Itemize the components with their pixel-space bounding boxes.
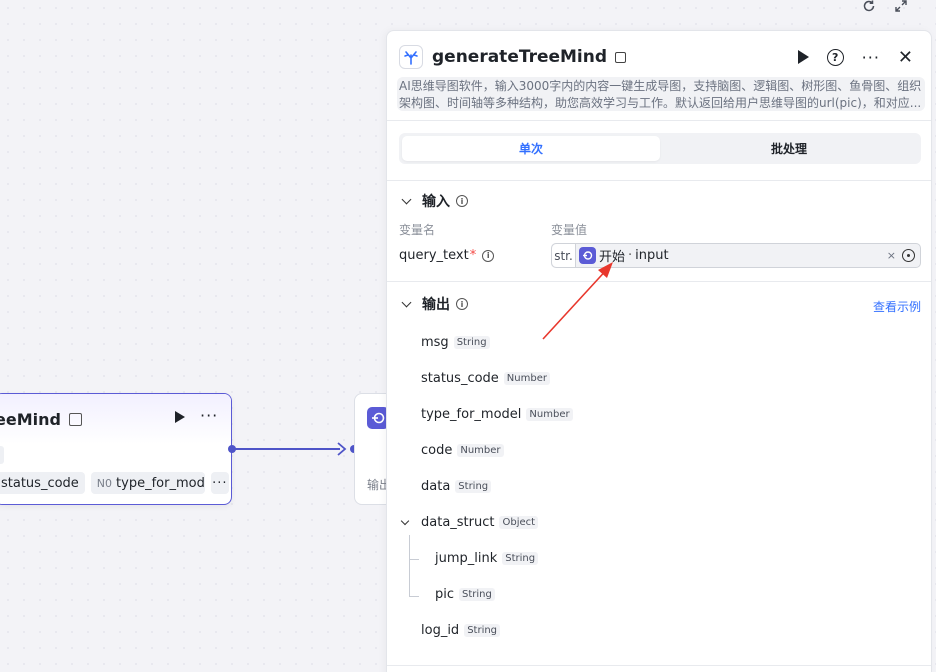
panel-actions: ? ··· ✕	[797, 43, 913, 71]
output-name: data	[421, 478, 451, 494]
edge-line	[232, 448, 340, 450]
output-type: String	[459, 587, 495, 601]
run-icon[interactable]	[797, 50, 809, 64]
column-header-name: 变量名	[399, 223, 436, 237]
node-title: eeMind	[0, 409, 61, 429]
output-type: String	[502, 551, 539, 565]
output-item-type-for-model: type_for_model Number	[421, 405, 573, 423]
panel-header: generateTreeMind ? ··· ✕	[399, 43, 919, 71]
reference-separator: ·	[628, 248, 633, 263]
output-item-status-code: status_code Number	[421, 369, 550, 387]
reference-field: input	[635, 248, 669, 263]
node-tags-more-button[interactable]: ···	[210, 472, 229, 494]
tree-line	[409, 596, 419, 597]
output-type: Object	[499, 515, 539, 529]
tree-line	[409, 535, 410, 597]
node-test-panel: generateTreeMind ? ··· ✕ AI思维导图软件，输入3000…	[386, 30, 932, 672]
node-tag: status_code	[0, 472, 85, 494]
output-item-data-struct: data_struct Object	[421, 513, 539, 531]
node-run-icon[interactable]	[175, 411, 185, 423]
info-icon[interactable]: i	[456, 195, 468, 207]
close-icon[interactable]: ✕	[898, 47, 913, 68]
output-name: msg	[421, 334, 449, 350]
output-name: status_code	[421, 370, 499, 386]
divider	[387, 665, 931, 666]
info-icon[interactable]: i	[456, 298, 468, 310]
annotation-arrow	[542, 262, 613, 340]
tab-single[interactable]: 单次	[402, 136, 660, 161]
variable-name-text: query_text	[399, 248, 469, 263]
output-type: String	[464, 623, 501, 637]
output-type: Number	[526, 407, 573, 421]
tree-line	[409, 559, 419, 560]
plugin-badge-icon	[615, 51, 627, 63]
output-name: jump_link	[435, 550, 498, 566]
output-name: type_for_model	[421, 406, 522, 422]
node-tag-type: N0	[96, 476, 113, 490]
output-type: String	[453, 335, 490, 349]
chevron-down-icon	[401, 194, 412, 204]
output-item-code: code Number	[421, 441, 504, 459]
expand-icon[interactable]	[892, 0, 910, 17]
node-tag-label: status_code	[1, 475, 79, 491]
plugin-badge-icon	[68, 412, 82, 426]
workflow-node-generate-tree-mind[interactable]: eeMind ··· status_code N0 type_for_model…	[0, 393, 232, 505]
output-item-pic: pic String	[435, 585, 495, 603]
node-input-stub	[0, 446, 4, 464]
output-type: Number	[457, 443, 504, 457]
panel-title: generateTreeMind	[432, 47, 608, 67]
divider	[387, 180, 931, 181]
section-title: 输出	[422, 297, 450, 313]
help-icon[interactable]: ?	[826, 48, 844, 66]
tab-batch[interactable]: 批处理	[660, 136, 918, 161]
node-tag-label: type_for_model	[116, 475, 205, 491]
info-icon[interactable]: i	[482, 249, 495, 262]
variable-picker-icon[interactable]	[902, 249, 915, 262]
node-header: eeMind	[0, 394, 231, 444]
node-output-tags: status_code N0 type_for_model ···	[0, 472, 229, 494]
more-icon[interactable]: ···	[862, 48, 880, 67]
input-section-header[interactable]: 输入 i	[401, 192, 468, 210]
output-name: data_struct	[421, 514, 495, 530]
output-name: log_id	[421, 622, 460, 638]
node-more-icon[interactable]: ···	[200, 406, 218, 425]
required-mark: *	[469, 248, 477, 263]
output-name: pic	[435, 586, 455, 602]
plugin-app-icon	[399, 45, 423, 69]
output-item-data: data String	[421, 477, 492, 495]
column-header-value: 变量值	[551, 223, 588, 237]
clear-icon[interactable]: ×	[887, 249, 896, 262]
output-name: code	[421, 442, 453, 458]
view-example-link[interactable]: 查看示例	[873, 298, 921, 315]
node-tag: N0 type_for_model	[90, 472, 205, 494]
canvas-toolbar	[860, 0, 910, 16]
output-section-header[interactable]: 输出 i	[401, 295, 468, 313]
divider	[387, 120, 931, 121]
run-mode-tabs: 单次 批处理	[399, 133, 921, 164]
edge-arrow-icon	[337, 442, 347, 456]
output-type: String	[455, 479, 492, 493]
plugin-description: AI思维导图软件，输入3000字内的内容一键生成导图，支持脑图、逻辑图、树形图、…	[397, 77, 925, 111]
output-item-log-id: log_id String	[421, 621, 501, 639]
divider	[387, 281, 931, 282]
output-item-jump-link: jump_link String	[435, 549, 539, 567]
chevron-down-icon[interactable]	[400, 516, 410, 526]
output-item-msg: msg String	[421, 333, 490, 351]
refresh-icon[interactable]	[860, 0, 878, 17]
variable-name: query_text * i	[399, 248, 495, 263]
chevron-down-icon	[401, 297, 412, 307]
output-type: Number	[503, 371, 550, 385]
section-title: 输入	[422, 194, 450, 210]
